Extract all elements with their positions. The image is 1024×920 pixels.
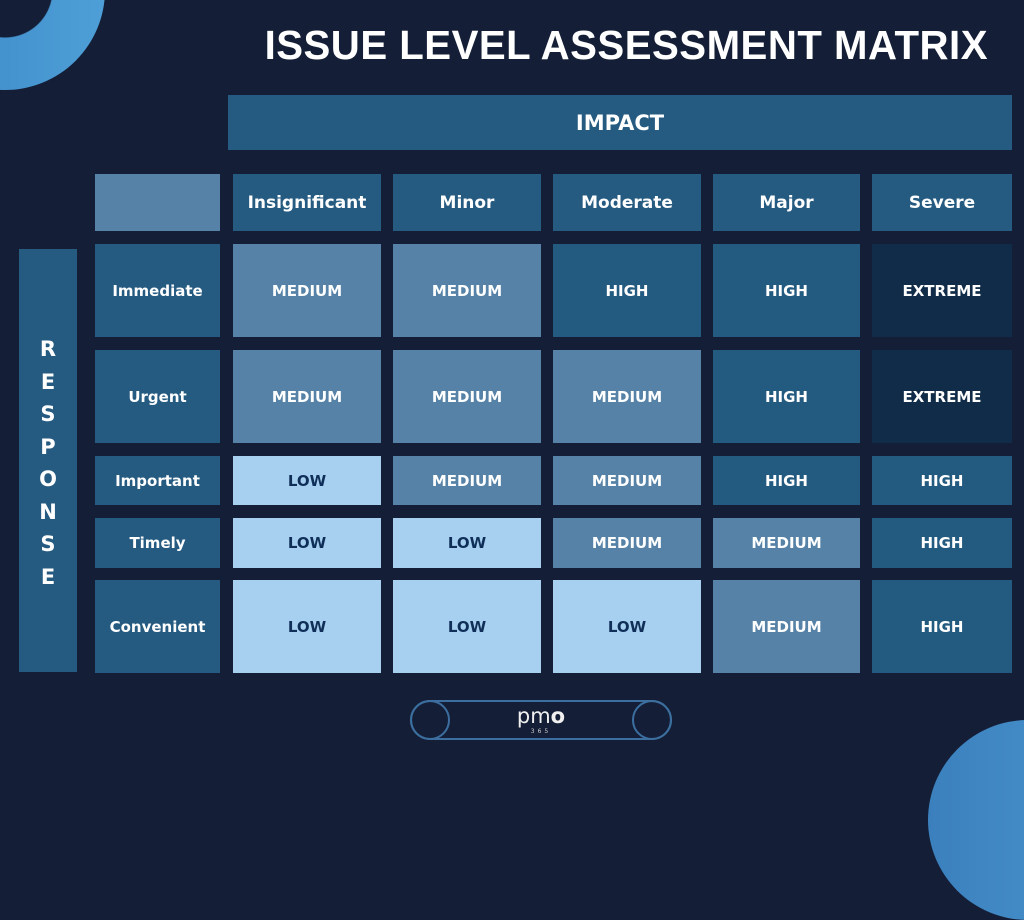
matrix-cell: MEDIUM [393,350,541,443]
response-letter: R [39,337,57,361]
response-letter: O [39,467,57,491]
matrix-cell: MEDIUM [553,456,701,505]
response-letter: E [40,564,56,589]
column-header-moderate: Moderate [553,174,701,231]
response-axis-label: RESPONSE [39,333,57,593]
matrix-cell: MEDIUM [553,518,701,568]
matrix-cell: LOW [233,456,381,505]
matrix-cell: MEDIUM [553,350,701,443]
column-header-severe: Severe [872,174,1012,231]
pmo365-logo: pmo 365 [410,700,672,740]
row-header-immediate: Immediate [95,244,220,337]
matrix-cell: LOW [233,580,381,673]
response-axis-header: RESPONSE [19,249,77,672]
matrix-cell: HIGH [713,456,860,505]
matrix-cell: LOW [553,580,701,673]
matrix-corner-cell [95,174,220,231]
response-letter: S [40,532,56,556]
matrix-cell: MEDIUM [393,244,541,337]
matrix-cell: EXTREME [872,244,1012,337]
matrix-cell: EXTREME [872,350,1012,443]
matrix-cell: HIGH [713,244,860,337]
response-letter: E [40,369,56,394]
matrix-cell: HIGH [553,244,701,337]
column-header-minor: Minor [393,174,541,231]
page-title: ISSUE LEVEL ASSESSMENT MATRIX [264,22,988,68]
response-letter: S [40,402,56,426]
matrix-cell: MEDIUM [713,580,860,673]
row-header-convenient: Convenient [95,580,220,673]
response-letter: N [39,499,57,524]
matrix-cell: HIGH [872,456,1012,505]
matrix-cell: MEDIUM [233,244,381,337]
matrix-cell: LOW [393,580,541,673]
row-header-urgent: Urgent [95,350,220,443]
row-header-important: Important [95,456,220,505]
column-header-major: Major [713,174,860,231]
matrix-cell: LOW [393,518,541,568]
response-letter: P [40,434,56,459]
logo-brand-text: pmo [516,704,566,728]
column-header-insignificant: Insignificant [233,174,381,231]
row-header-timely: Timely [95,518,220,568]
logo-sub-text: 365 [530,728,552,735]
matrix-cell: LOW [233,518,381,568]
matrix-cell: MEDIUM [233,350,381,443]
matrix-cell: MEDIUM [713,518,860,568]
matrix-cell: HIGH [872,580,1012,673]
decorative-arc-bottom-right [928,720,1024,920]
matrix-cell: MEDIUM [393,456,541,505]
matrix-cell: HIGH [713,350,860,443]
decorative-arc-top-left [0,0,105,90]
matrix-cell: HIGH [872,518,1012,568]
impact-axis-header: IMPACT [228,95,1012,150]
